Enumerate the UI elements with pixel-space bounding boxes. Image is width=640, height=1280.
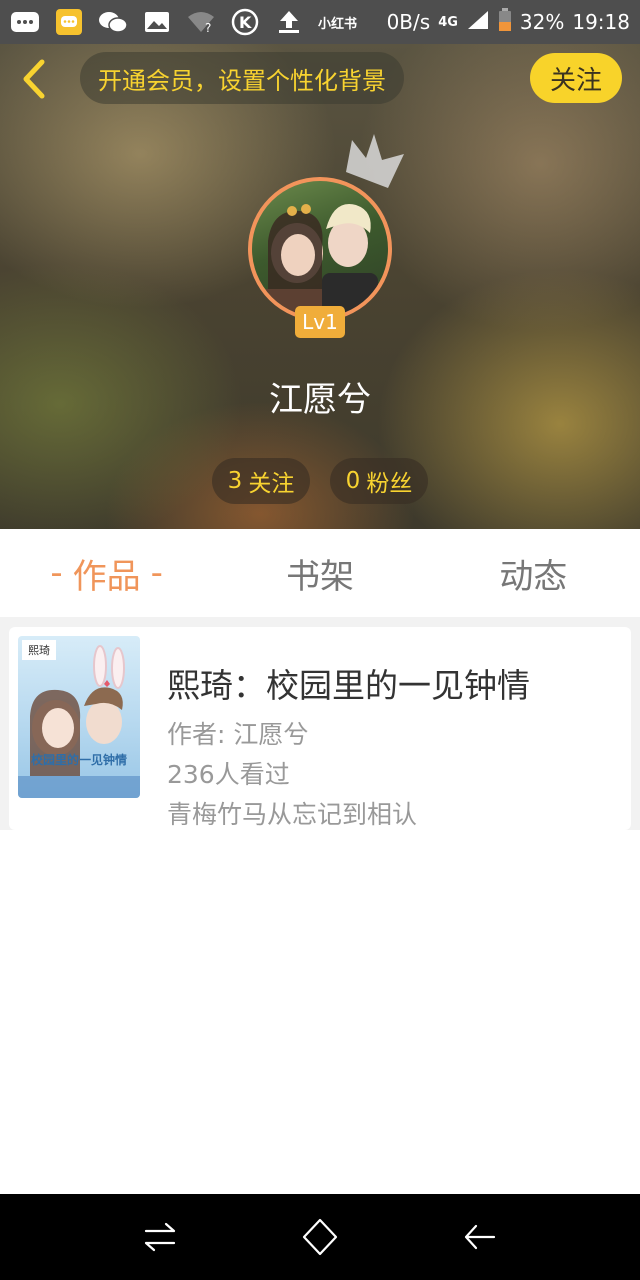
network-type: 4G <box>438 14 458 30</box>
book-author: 作者: 江愿兮 <box>167 720 309 749</box>
tab-works-label: 作品 <box>72 556 141 597</box>
vip-background-prompt[interactable]: 开通会员，设置个性化背景 <box>80 52 404 104</box>
upload-icon <box>274 9 304 35</box>
tab-activity-label: 动态 <box>499 556 568 597</box>
cover-tag: 熙琦 <box>22 640 56 660</box>
status-bar: ? K 小红书 0B/s 4G 32% 19:18 <box>0 0 640 44</box>
app-label: 小红书 <box>318 16 358 32</box>
svg-text:K: K <box>239 13 252 32</box>
clock: 19:18 <box>572 10 630 34</box>
fans-count: 0 <box>345 468 361 494</box>
book-description: 青梅竹马从忘记到相认 <box>167 800 418 829</box>
following-count: 3 <box>227 468 243 494</box>
tab-bookshelf-label: 书架 <box>285 556 354 597</box>
home-button[interactable] <box>290 1207 350 1267</box>
following-stat[interactable]: 3 关注 <box>212 458 310 504</box>
network-speed: 0B/s <box>386 10 431 34</box>
chat-bubble-icon <box>54 9 84 35</box>
home-icon <box>302 1218 338 1256</box>
image-icon <box>142 9 172 35</box>
avatar-photo <box>266 204 378 317</box>
battery-percent: 32% <box>519 10 565 34</box>
back-button[interactable] <box>14 56 54 102</box>
avatar[interactable] <box>248 177 392 321</box>
wifi-icon: ? <box>186 9 216 35</box>
fans-stat[interactable]: 0 粉丝 <box>330 458 428 504</box>
signal-icon <box>466 9 490 36</box>
book-title[interactable]: 熙琦：校园里的一见钟情 <box>167 659 530 707</box>
chevron-left-icon <box>23 59 45 99</box>
back-nav-button[interactable] <box>450 1207 510 1267</box>
switch-icon <box>144 1222 176 1252</box>
username: 江愿兮 <box>269 380 371 420</box>
profile-header: 开通会员，设置个性化背景 关注 Lv1 江愿兮 3 关注 0 粉丝 <box>0 44 640 529</box>
tab-bookshelf[interactable]: 书架 <box>213 529 426 617</box>
follow-button[interactable]: 关注 <box>530 53 622 103</box>
tab-indicator-left: - <box>50 553 63 593</box>
tab-activity[interactable]: 动态 <box>427 529 640 617</box>
works-list: 熙琦 校园里的一见钟情 熙琦：校园里的一见钟情 作者: 江愿兮 236人看过 青… <box>0 617 640 830</box>
battery-icon <box>498 7 512 37</box>
tab-indicator-right: - <box>150 553 163 593</box>
tab-works[interactable]: - 作品 - <box>0 529 213 617</box>
profile-tabs: - 作品 - 书架 动态 <box>0 529 640 617</box>
cover-title: 校园里的一见钟情 <box>30 753 127 767</box>
work-card[interactable]: 熙琦 校园里的一见钟情 熙琦：校园里的一见钟情 作者: 江愿兮 236人看过 青… <box>9 627 631 830</box>
back-icon <box>464 1224 496 1250</box>
book-views: 236人看过 <box>167 760 290 789</box>
level-badge: Lv1 <box>295 306 345 338</box>
message-icon <box>10 9 40 35</box>
wechat-icon <box>98 9 128 35</box>
system-navbar <box>0 1194 640 1280</box>
k-icon: K <box>230 8 260 36</box>
svg-text:?: ? <box>205 21 211 34</box>
book-cover[interactable]: 熙琦 校园里的一见钟情 <box>18 636 140 798</box>
cover-illustration <box>18 645 140 798</box>
following-label: 关注 <box>248 471 295 497</box>
fans-label: 粉丝 <box>366 471 413 497</box>
switch-apps-button[interactable] <box>130 1207 190 1267</box>
